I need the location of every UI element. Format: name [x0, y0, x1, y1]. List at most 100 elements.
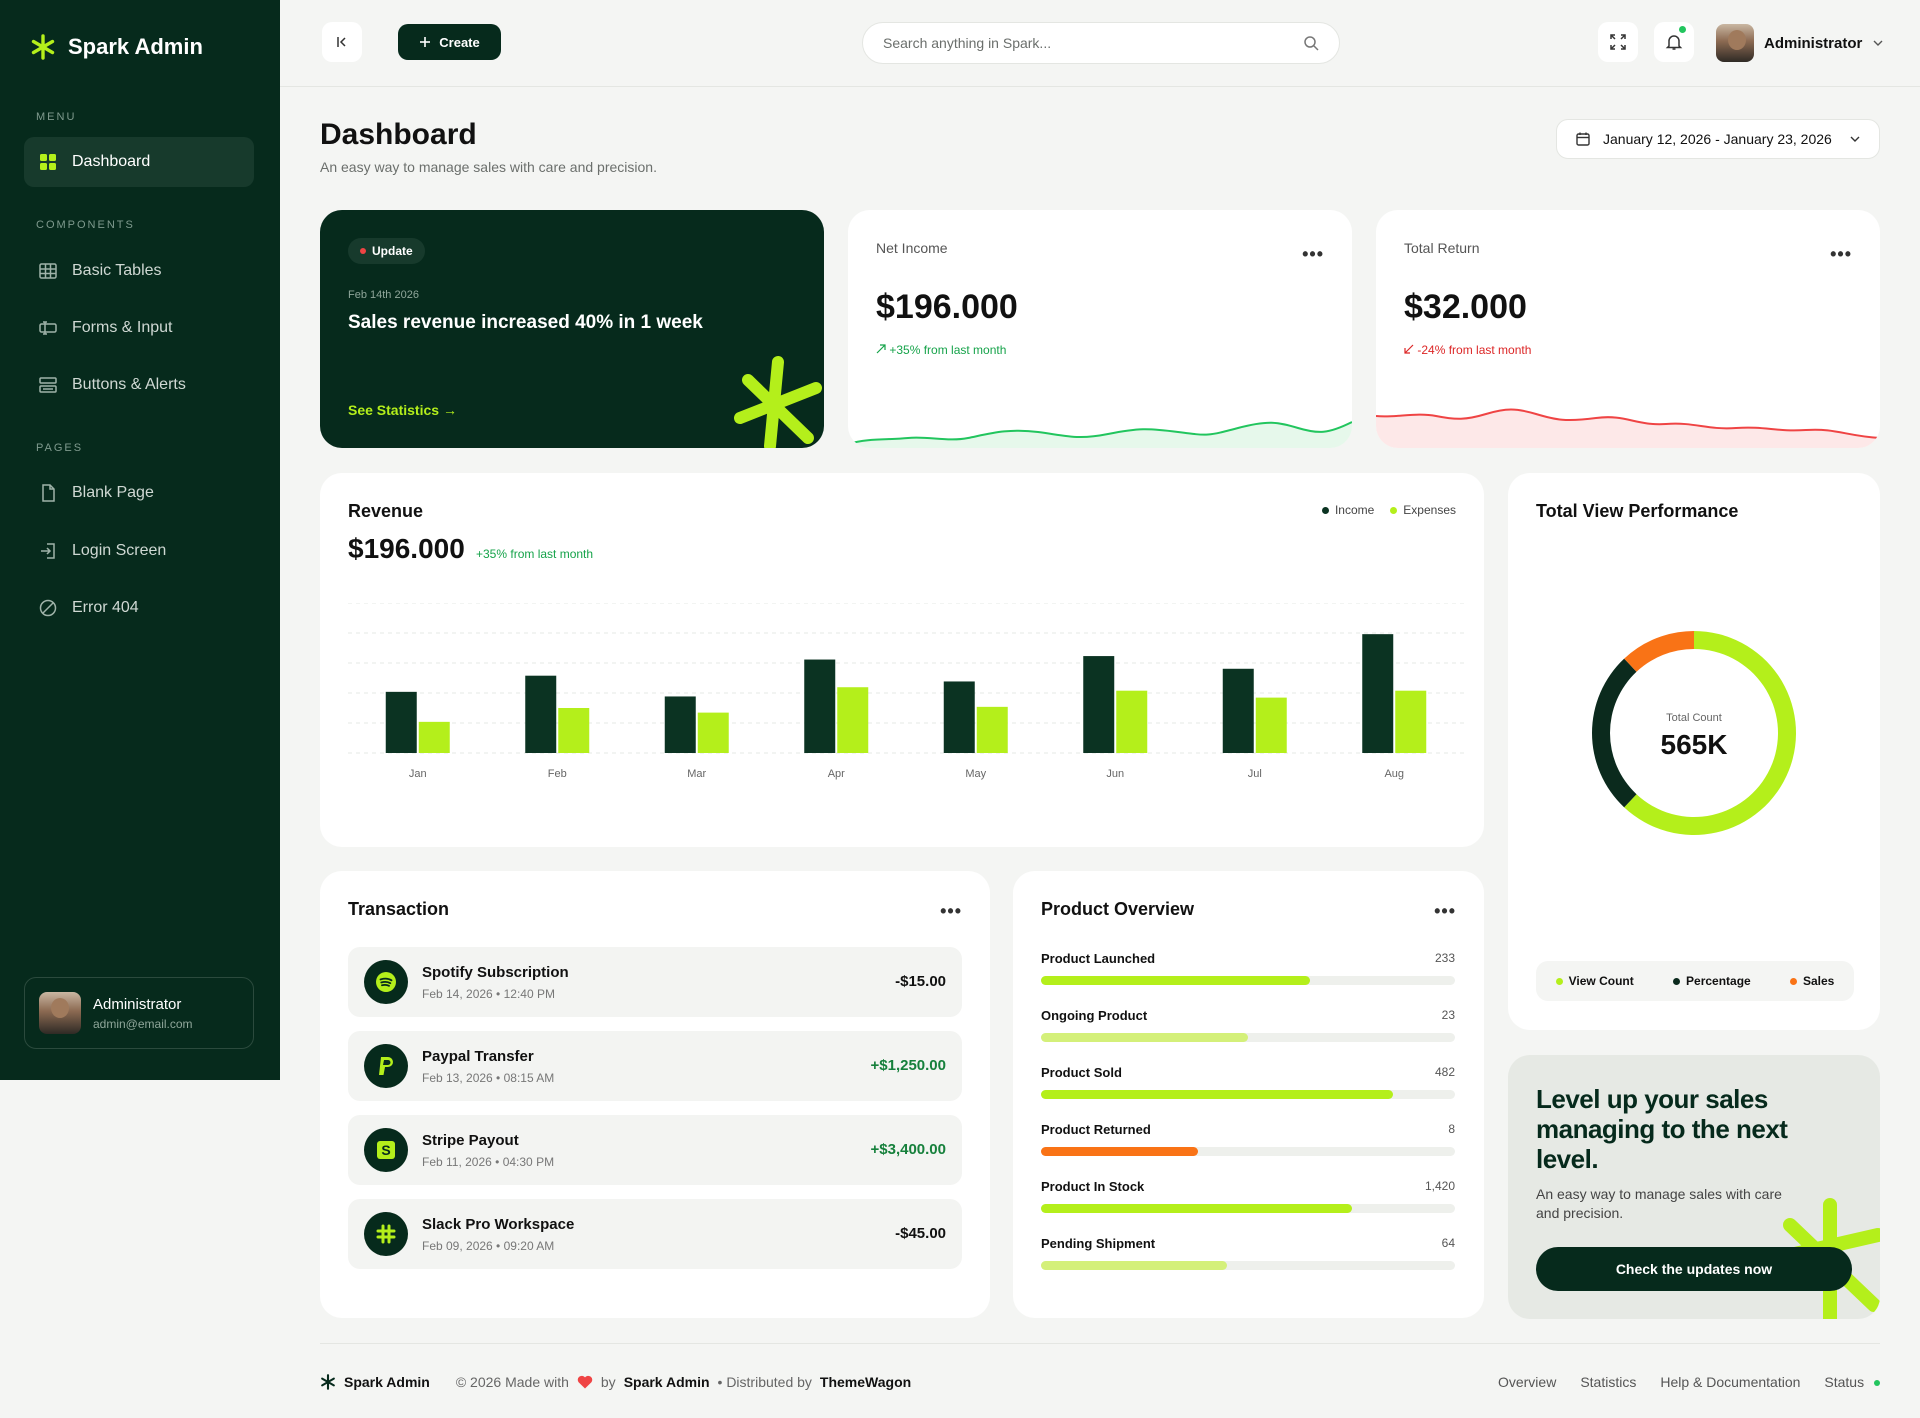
net-income-label: Net Income	[876, 240, 948, 256]
avatar	[39, 992, 81, 1034]
donut-segment-sales[interactable]	[1624, 631, 1694, 672]
transaction-row[interactable]: S Stripe Payout Feb 11, 2026 • 04:30 PM …	[348, 1115, 962, 1185]
collapse-sidebar-button[interactable]	[322, 22, 362, 62]
footer-by-link[interactable]: Spark Admin	[624, 1374, 710, 1390]
footer-distributor-link[interactable]: ThemeWagon	[820, 1374, 911, 1390]
sidebar-item-blank-page[interactable]: Blank Page	[24, 468, 254, 518]
see-statistics-link[interactable]: See Statistics →	[348, 402, 457, 418]
total-return-delta-text: -24% from last month	[1417, 343, 1532, 357]
transaction-date: Feb 09, 2026 • 09:20 AM	[422, 1239, 555, 1253]
progress-fill	[1041, 1033, 1248, 1042]
login-icon	[41, 543, 55, 559]
bar-income-apr[interactable]	[804, 659, 836, 753]
footer-link-help[interactable]: Help & Documentation	[1660, 1374, 1800, 1390]
revenue-legend: Income Expenses	[1321, 503, 1456, 517]
product-metric-label: Product Sold	[1041, 1065, 1122, 1080]
legend-label: View Count	[1568, 974, 1634, 988]
svg-text:S: S	[381, 1142, 390, 1158]
check-updates-button[interactable]: Check the updates now	[1536, 1247, 1852, 1291]
bar-income-aug[interactable]	[1362, 634, 1394, 753]
more-options-button[interactable]: •••	[940, 901, 962, 922]
bar-expenses-may[interactable]	[976, 706, 1008, 753]
legend-label: Percentage	[1686, 974, 1751, 988]
net-income-delta: +35% from last month	[876, 343, 1006, 357]
product-overview-row: Product Returned 8	[1041, 1122, 1455, 1156]
sidebar-item-dashboard[interactable]: Dashboard	[24, 137, 254, 187]
more-options-button[interactable]: •••	[1302, 244, 1324, 265]
transaction-date: Feb 14, 2026 • 12:40 PM	[422, 987, 555, 1001]
fullscreen-button[interactable]	[1598, 22, 1638, 62]
progress-fill	[1041, 1204, 1352, 1213]
transaction-row[interactable]: Slack Pro Workspace Feb 09, 2026 • 09:20…	[348, 1199, 962, 1269]
transaction-name: Stripe Payout	[422, 1132, 519, 1149]
product-metric-label: Ongoing Product	[1041, 1008, 1148, 1023]
legend-swatch	[1789, 978, 1797, 986]
legend-swatch	[1390, 507, 1398, 515]
user-menu[interactable]: Administrator	[1716, 24, 1884, 62]
sidebar-item-basic-tables[interactable]: Basic Tables	[24, 246, 254, 296]
search-input[interactable]: Search anything in Spark...	[862, 22, 1340, 64]
bar-expenses-mar[interactable]	[697, 712, 729, 753]
footer-by: by	[600, 1374, 616, 1390]
notifications-button[interactable]	[1654, 22, 1694, 62]
trend-down-icon	[1404, 344, 1414, 354]
legend-sales: Sales	[1789, 974, 1834, 988]
sidebar-user-card[interactable]: Administrator admin@email.com	[24, 977, 254, 1049]
bar-income-jun[interactable]	[1083, 656, 1115, 753]
pages-section-title: PAGES	[36, 442, 84, 454]
legend-income: Income	[1321, 503, 1375, 517]
transaction-amount: +$1,250.00	[870, 1057, 947, 1074]
revenue-title: Revenue	[348, 501, 424, 521]
date-range-picker[interactable]: January 12, 2026 - January 23, 2026	[1556, 119, 1880, 159]
chevron-down-icon	[1873, 40, 1883, 46]
sidebar-item-label: Basic Tables	[72, 262, 162, 279]
brand[interactable]: Spark Admin	[30, 34, 203, 60]
total-return-delta: -24% from last month	[1404, 343, 1531, 357]
promo-card: Level up your sales managing to the next…	[1508, 1055, 1880, 1319]
sidebar-item-label: Forms & Input	[72, 319, 173, 336]
legend-swatch	[1321, 507, 1329, 515]
transaction-row[interactable]: Spotify Subscription Feb 14, 2026 • 12:4…	[348, 947, 962, 1017]
update-badge: Update	[348, 238, 425, 264]
brand-name: Spark Admin	[68, 34, 203, 59]
transaction-date: Feb 11, 2026 • 04:30 PM	[422, 1155, 555, 1169]
bar-income-feb[interactable]	[525, 675, 557, 753]
topbar: Create Search anything in Spark... Admin…	[280, 0, 1920, 87]
progress-track	[1041, 1090, 1455, 1099]
legend-percentage: Percentage	[1673, 974, 1751, 988]
expand-icon	[1610, 34, 1626, 50]
sidebar-item-error-404[interactable]: Error 404	[24, 583, 254, 633]
form-icon	[39, 321, 57, 335]
sidebar-item-login-screen[interactable]: Login Screen	[24, 526, 254, 576]
footer: Spark Admin © 2026 Made with by Spark Ad…	[320, 1343, 1880, 1403]
total-return-card: Total Return ••• $32.000 -24% from last …	[1376, 210, 1880, 448]
bar-expenses-jul[interactable]	[1255, 697, 1287, 753]
create-button[interactable]: Create	[398, 24, 501, 60]
bar-expenses-jun[interactable]	[1116, 690, 1148, 753]
progress-track	[1041, 1147, 1455, 1156]
net-income-sparkline	[848, 421, 1352, 448]
more-options-button[interactable]: •••	[1434, 901, 1456, 922]
legend-label: Income	[1334, 503, 1375, 517]
bar-income-jan[interactable]	[385, 691, 417, 753]
bar-expenses-apr[interactable]	[837, 687, 869, 753]
footer-link-overview[interactable]: Overview	[1498, 1374, 1556, 1390]
bar-income-may[interactable]	[943, 681, 975, 753]
bar-expenses-jan[interactable]	[418, 721, 450, 753]
footer-link-statistics[interactable]: Statistics	[1580, 1374, 1636, 1390]
bar-expenses-feb[interactable]	[558, 708, 590, 753]
footer-brand[interactable]: Spark Admin	[344, 1374, 430, 1390]
bar-income-mar[interactable]	[664, 696, 696, 753]
footer-link-status[interactable]: Status	[1824, 1374, 1880, 1390]
avatar	[1716, 24, 1754, 62]
bar-expenses-aug[interactable]	[1395, 690, 1427, 753]
sidebar-item-buttons-alerts[interactable]: Buttons & Alerts	[24, 360, 254, 410]
create-label: Create	[439, 34, 480, 50]
bar-income-jul[interactable]	[1222, 668, 1254, 753]
product-metric-value: 64	[1441, 1236, 1455, 1250]
more-options-button[interactable]: •••	[1830, 244, 1852, 265]
sidebar-item-forms-input[interactable]: Forms & Input	[24, 303, 254, 353]
product-overview-row: Ongoing Product 23	[1041, 1008, 1455, 1042]
sidebar: Spark Admin MENU Dashboard COMPONENTS Ba…	[0, 0, 280, 1080]
transaction-row[interactable]: Paypal Transfer Feb 13, 2026 • 08:15 AM …	[348, 1031, 962, 1101]
